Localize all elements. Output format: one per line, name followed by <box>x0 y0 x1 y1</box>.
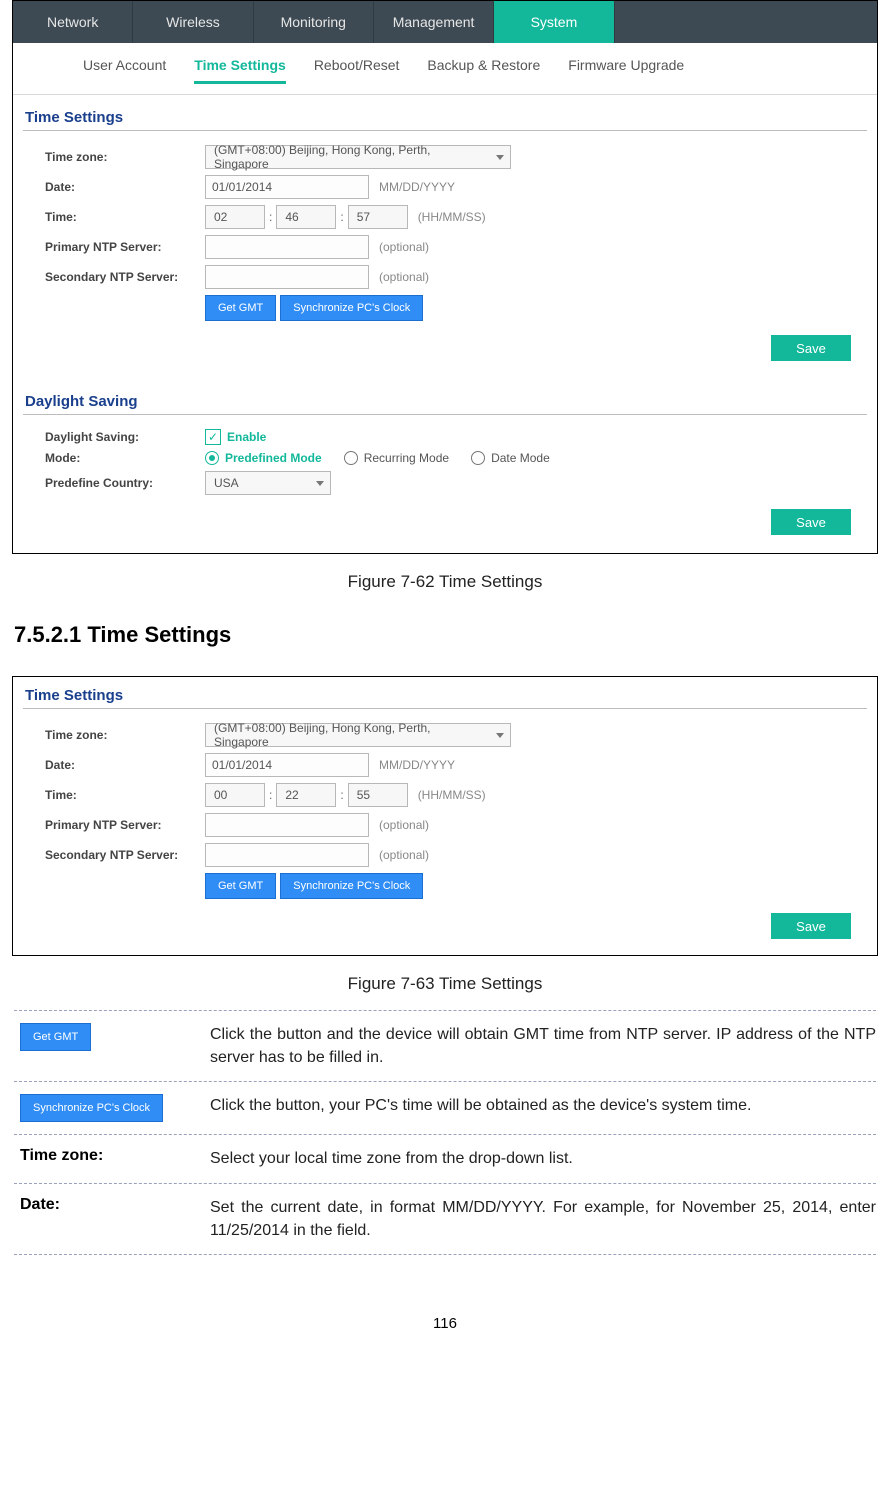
nav-system[interactable]: System <box>494 1 614 43</box>
nav-management[interactable]: Management <box>374 1 494 43</box>
fig2-time-ss-select[interactable]: 55 <box>348 783 408 807</box>
daylight-saving-label: Daylight Saving: <box>23 430 205 444</box>
desc-row-get-gmt: Get GMT Click the button and the device … <box>14 1010 876 1081</box>
time-settings-section: Time Settings Time zone: (GMT+08:00) Bei… <box>13 95 877 379</box>
desc-val-get-gmt: Click the button and the device will obt… <box>210 1023 876 1069</box>
time-label: Time: <box>23 210 205 224</box>
date-label: Date: <box>23 180 205 194</box>
radio-predefined-mode[interactable]: Predefined Mode <box>205 451 322 465</box>
sub-nav: User Account Time Settings Reboot/Reset … <box>13 43 877 95</box>
fig2-primary-ntp-label: Primary NTP Server: <box>23 818 205 832</box>
predefine-country-dropdown[interactable]: USA <box>205 471 331 495</box>
desc-row-timezone: Time zone: Select your local time zone f… <box>14 1134 876 1182</box>
desc-row-sync-pc: Synchronize PC's Clock Click the button,… <box>14 1081 876 1134</box>
fig2-sync-pc-clock-button[interactable]: Synchronize PC's Clock <box>280 873 423 899</box>
time-hint: (HH/MM/SS) <box>418 210 486 224</box>
fig2-date-hint: MM/DD/YYYY <box>379 758 455 772</box>
date-hint: MM/DD/YYYY <box>379 180 455 194</box>
desc-key-timezone: Time zone: <box>20 1147 103 1165</box>
chevron-down-icon <box>496 733 504 738</box>
fig2-date-label: Date: <box>23 758 205 772</box>
time-mm-select[interactable]: 46 <box>276 205 336 229</box>
secondary-ntp-hint: (optional) <box>379 270 429 284</box>
sub-reboot-reset[interactable]: Reboot/Reset <box>314 53 400 84</box>
sub-user-account[interactable]: User Account <box>83 53 166 84</box>
fig2-save-button[interactable]: Save <box>771 913 851 939</box>
sub-firmware-upgrade[interactable]: Firmware Upgrade <box>568 53 684 84</box>
desc-key-date: Date: <box>20 1196 60 1214</box>
enable-label: Enable <box>227 430 266 444</box>
sync-pc-clock-button[interactable]: Synchronize PC's Clock <box>280 295 423 321</box>
description-table: Get GMT Click the button and the device … <box>14 1010 876 1255</box>
sub-time-settings[interactable]: Time Settings <box>194 53 286 84</box>
nav-monitoring[interactable]: Monitoring <box>254 1 374 43</box>
get-gmt-button[interactable]: Get GMT <box>205 295 276 321</box>
mode-label: Mode: <box>23 451 205 465</box>
fig2-time-hh-select[interactable]: 00 <box>205 783 265 807</box>
time-hh-select[interactable]: 02 <box>205 205 265 229</box>
fig2-timezone-label: Time zone: <box>23 728 205 742</box>
save-button-time[interactable]: Save <box>771 335 851 361</box>
fig2-date-input[interactable] <box>205 753 369 777</box>
fig2-timezone-dropdown[interactable]: (GMT+08:00) Beijing, Hong Kong, Perth, S… <box>205 723 511 747</box>
section-heading: 7.5.2.1 Time Settings <box>14 622 890 648</box>
chevron-down-icon <box>316 481 324 486</box>
desc-val-date: Set the current date, in format MM/DD/YY… <box>210 1196 876 1242</box>
save-button-daylight[interactable]: Save <box>771 509 851 535</box>
desc-val-timezone: Select your local time zone from the dro… <box>210 1147 876 1170</box>
primary-ntp-label: Primary NTP Server: <box>23 240 205 254</box>
predefine-country-label: Predefine Country: <box>23 476 205 490</box>
timezone-label: Time zone: <box>23 150 205 164</box>
secondary-ntp-input[interactable] <box>205 265 369 289</box>
daylight-saving-section: Daylight Saving Daylight Saving: ✓ Enabl… <box>13 379 877 553</box>
radio-date-mode[interactable]: Date Mode <box>471 451 550 465</box>
desc-key-sync-pc-button: Synchronize PC's Clock <box>20 1094 163 1122</box>
primary-ntp-hint: (optional) <box>379 240 429 254</box>
fig2-primary-ntp-hint: (optional) <box>379 818 429 832</box>
radio-recurring-mode[interactable]: Recurring Mode <box>344 451 449 465</box>
desc-key-get-gmt-button: Get GMT <box>20 1023 91 1051</box>
fig2-time-hint: (HH/MM/SS) <box>418 788 486 802</box>
date-input[interactable] <box>205 175 369 199</box>
sub-backup-restore[interactable]: Backup & Restore <box>427 53 540 84</box>
figure-1-panel: Network Wireless Monitoring Management S… <box>12 0 878 554</box>
fig2-primary-ntp-input[interactable] <box>205 813 369 837</box>
time-ss-select[interactable]: 57 <box>348 205 408 229</box>
primary-ntp-input[interactable] <box>205 235 369 259</box>
chevron-down-icon <box>496 155 504 160</box>
nav-spacer <box>615 1 877 43</box>
fig2-secondary-ntp-input[interactable] <box>205 843 369 867</box>
fig2-secondary-ntp-label: Secondary NTP Server: <box>23 848 205 862</box>
nav-wireless[interactable]: Wireless <box>133 1 253 43</box>
timezone-value: (GMT+08:00) Beijing, Hong Kong, Perth, S… <box>214 143 486 171</box>
main-nav: Network Wireless Monitoring Management S… <box>13 1 877 43</box>
fig2-time-mm-select[interactable]: 22 <box>276 783 336 807</box>
fig2-time-settings-title: Time Settings <box>23 677 867 709</box>
desc-row-date: Date: Set the current date, in format MM… <box>14 1183 876 1255</box>
nav-network[interactable]: Network <box>13 1 133 43</box>
fig2-get-gmt-button[interactable]: Get GMT <box>205 873 276 899</box>
figure-1-caption: Figure 7-62 Time Settings <box>0 572 890 592</box>
timezone-dropdown[interactable]: (GMT+08:00) Beijing, Hong Kong, Perth, S… <box>205 145 511 169</box>
desc-val-sync-pc: Click the button, your PC's time will be… <box>210 1094 876 1122</box>
figure-2-caption: Figure 7-63 Time Settings <box>0 974 890 994</box>
daylight-saving-title: Daylight Saving <box>23 383 867 415</box>
fig2-time-label: Time: <box>23 788 205 802</box>
fig2-secondary-ntp-hint: (optional) <box>379 848 429 862</box>
secondary-ntp-label: Secondary NTP Server: <box>23 270 205 284</box>
enable-checkbox[interactable]: ✓ <box>205 429 221 445</box>
time-settings-title: Time Settings <box>23 99 867 131</box>
figure-2-panel: Time Settings Time zone: (GMT+08:00) Bei… <box>12 676 878 956</box>
page-number: 116 <box>0 1315 890 1332</box>
